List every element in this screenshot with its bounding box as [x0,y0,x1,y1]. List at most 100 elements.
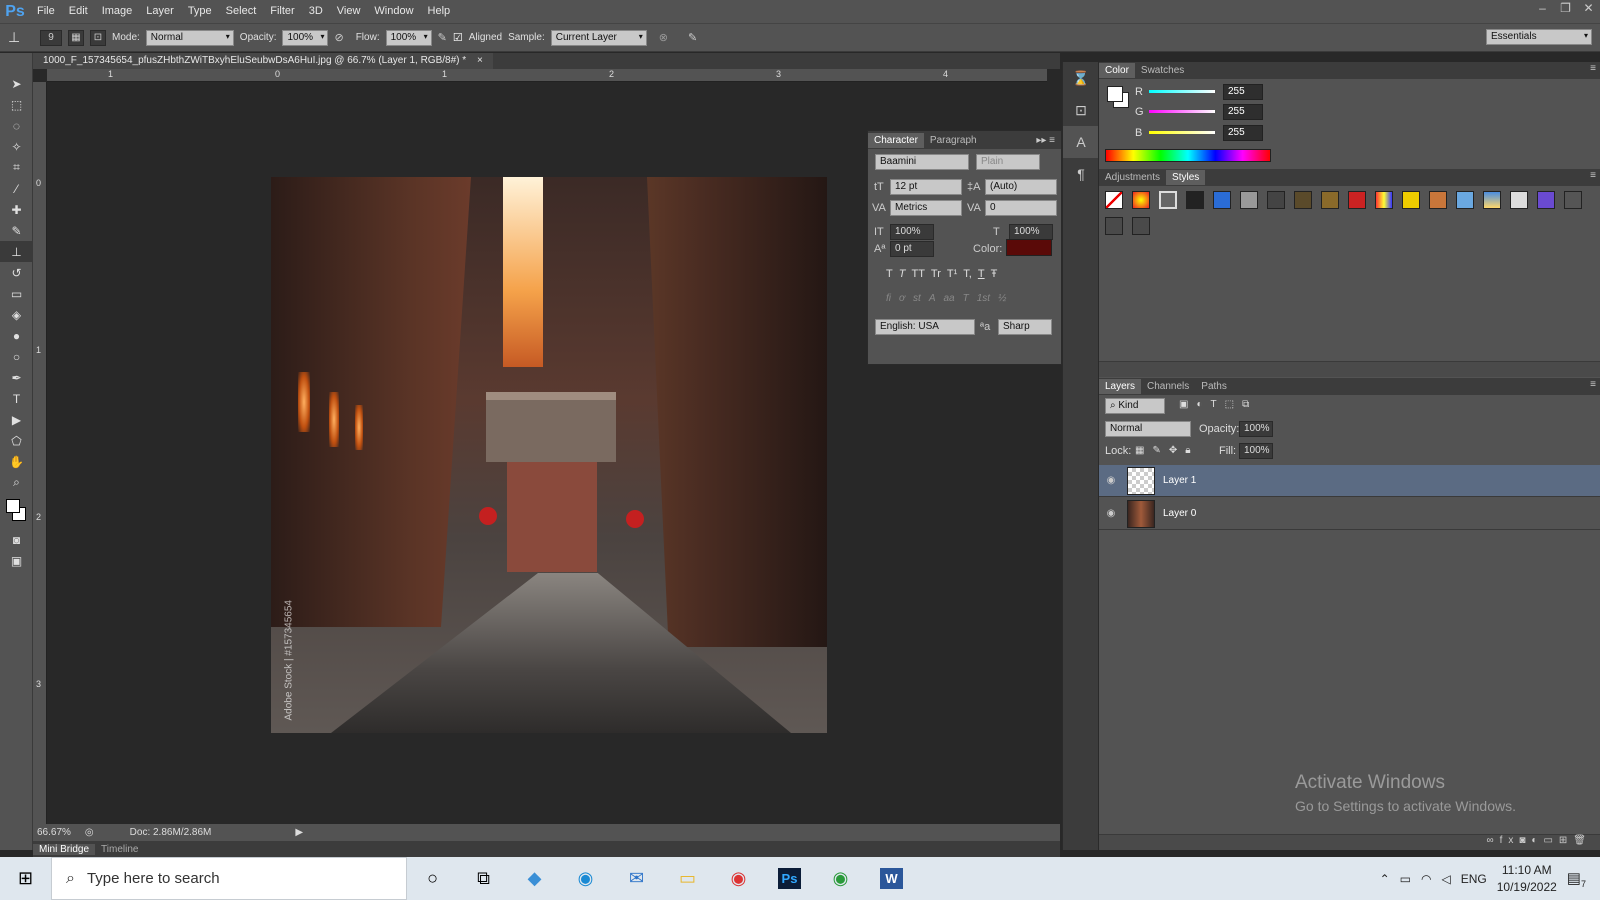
superscript-button[interactable]: T¹ [947,268,957,280]
filter-smart-icon[interactable]: ⧉ [1242,399,1249,410]
tab-paragraph[interactable]: Paragraph [924,133,983,148]
type-tool-icon[interactable]: T [0,388,33,409]
kerning-field[interactable]: Metrics [890,200,962,216]
tab-swatches[interactable]: Swatches [1135,63,1190,78]
fill-field[interactable]: 100% [1239,443,1273,459]
tab-channels[interactable]: Channels [1141,379,1195,394]
restore-button[interactable]: ❐ [1554,0,1577,18]
lasso-tool-icon[interactable]: ◌ [0,115,33,136]
color-spectrum[interactable] [1105,149,1271,162]
menu-image[interactable]: Image [95,0,140,23]
clone-stamp-tool-icon[interactable]: ⊥ [0,241,33,262]
delete-layer-icon[interactable]: 🗑︎ [1573,835,1592,846]
style-swatch[interactable] [1186,191,1204,209]
blend-mode-select[interactable]: Normal [1105,421,1191,437]
baseline-shift-field[interactable]: 0 pt [890,241,934,257]
menu-help[interactable]: Help [421,0,458,23]
small-caps-button[interactable]: Tr [931,268,941,280]
mail-icon[interactable]: ✉ [611,857,662,900]
crop-tool-icon[interactable]: ⌗ [0,157,33,178]
cortana-icon[interactable]: ○ [407,857,458,900]
layer-row[interactable]: ◉ Layer 0 [1099,498,1600,530]
language-indicator[interactable]: ENG [1461,872,1487,886]
filter-shape-icon[interactable]: ⬚ [1225,399,1234,410]
chevron-up-icon[interactable]: ⌃ [1380,872,1390,886]
clone-stamp-icon[interactable]: ⊥ [8,29,34,46]
underline-button[interactable]: T [978,268,985,280]
style-swatch[interactable] [1159,191,1177,209]
vertical-scale-field[interactable]: 100% [890,224,934,240]
style-swatch[interactable] [1456,191,1474,209]
character-panel-icon[interactable]: A [1063,126,1099,158]
titling-button[interactable]: T [963,293,969,304]
workspace-select[interactable]: Essentials [1486,29,1592,45]
panel-menu-icon[interactable]: ≡ [1590,379,1596,390]
tab-paths[interactable]: Paths [1195,379,1233,394]
menu-3d[interactable]: 3D [302,0,330,23]
chrome-icon[interactable]: ◉ [713,857,764,900]
stylistic-alt-button[interactable]: st [913,293,921,304]
photoshop-taskbar-icon[interactable]: Ps [764,857,815,900]
eraser-tool-icon[interactable]: ▭ [0,283,33,304]
aligned-checkbox[interactable]: ☑ [453,31,463,44]
font-size-field[interactable]: 12 pt [890,179,962,195]
font-family-select[interactable]: Baamini [875,154,969,170]
pressure-opacity-icon[interactable]: ⊘ [334,31,343,44]
tab-color[interactable]: Color [1099,63,1135,78]
fx-icon[interactable]: fx [1500,835,1520,846]
layer-opacity-field[interactable]: 100% [1239,421,1273,437]
airbrush-icon[interactable]: ✎ [438,31,447,44]
wifi-icon[interactable]: ◠ [1421,872,1431,886]
antialias-select[interactable]: Sharp [998,319,1052,335]
foreground-color[interactable] [6,499,20,513]
opacity-field[interactable]: 100% [282,29,329,46]
paint-bucket-tool-icon[interactable]: ◈ [0,304,33,325]
mode-select[interactable]: Normal [145,29,234,46]
menu-filter[interactable]: Filter [263,0,301,23]
group-icon[interactable]: ▭ [1543,835,1558,846]
volume-icon[interactable]: ◁ [1441,872,1450,886]
style-swatch[interactable] [1132,217,1150,235]
clock[interactable]: 11:10 AM 10/19/2022 [1497,862,1557,896]
style-swatch[interactable] [1267,191,1285,209]
shape-tool-icon[interactable]: ⬠ [0,430,33,451]
menu-window[interactable]: Window [367,0,420,23]
paragraph-panel-icon[interactable]: ¶ [1063,158,1099,190]
style-swatch[interactable] [1294,191,1312,209]
layer-row[interactable]: ◉ Layer 1 [1099,465,1600,497]
red-value[interactable]: 255 [1223,84,1263,100]
blue-value[interactable]: 255 [1223,125,1263,141]
panel-menu-icon[interactable]: ▸▸ ≡ [1036,135,1055,146]
swash-button[interactable]: A [929,293,936,304]
file-explorer-icon[interactable]: ▭ [662,857,713,900]
layer-name[interactable]: Layer 1 [1163,475,1196,486]
strikethrough-button[interactable]: Ŧ [991,268,998,280]
filter-pixel-icon[interactable]: ▣ [1179,399,1188,410]
history-brush-tool-icon[interactable]: ↺ [0,262,33,283]
info-icon[interactable]: ◎ [85,827,94,838]
app-icon[interactable]: ◆ [509,857,560,900]
green-value[interactable]: 255 [1223,104,1263,120]
notification-icon[interactable]: ▤7 [1567,869,1586,889]
menu-file[interactable]: File [30,0,62,23]
marquee-tool-icon[interactable]: ⬚ [0,94,33,115]
screen-mode-icon[interactable]: ▣ [0,550,33,571]
tab-timeline[interactable]: Timeline [95,844,144,855]
taskbar-search[interactable]: ⌕ Type here to search [51,857,407,900]
red-slider[interactable] [1149,90,1215,93]
style-swatch[interactable] [1402,191,1420,209]
dodge-tool-icon[interactable]: ○ [0,346,33,367]
tab-layers[interactable]: Layers [1099,379,1142,394]
lock-pixels-icon[interactable]: ✎ [1152,445,1160,456]
document-image[interactable]: Adobe Stock | #157345654 [271,177,827,733]
clone-source-icon[interactable]: ⊡ [90,29,106,46]
faux-bold-button[interactable]: T [886,268,893,280]
font-style-select[interactable]: Plain [976,154,1040,170]
mask-icon[interactable]: ◙ [1519,835,1531,846]
language-select[interactable]: English: USA [875,319,975,335]
task-view-icon[interactable]: ⧉ [458,857,509,900]
filter-type-icon[interactable]: T [1211,399,1217,410]
style-swatch[interactable] [1348,191,1366,209]
link-layers-icon[interactable]: ∞ [1486,835,1499,846]
subscript-button[interactable]: T, [963,268,972,280]
